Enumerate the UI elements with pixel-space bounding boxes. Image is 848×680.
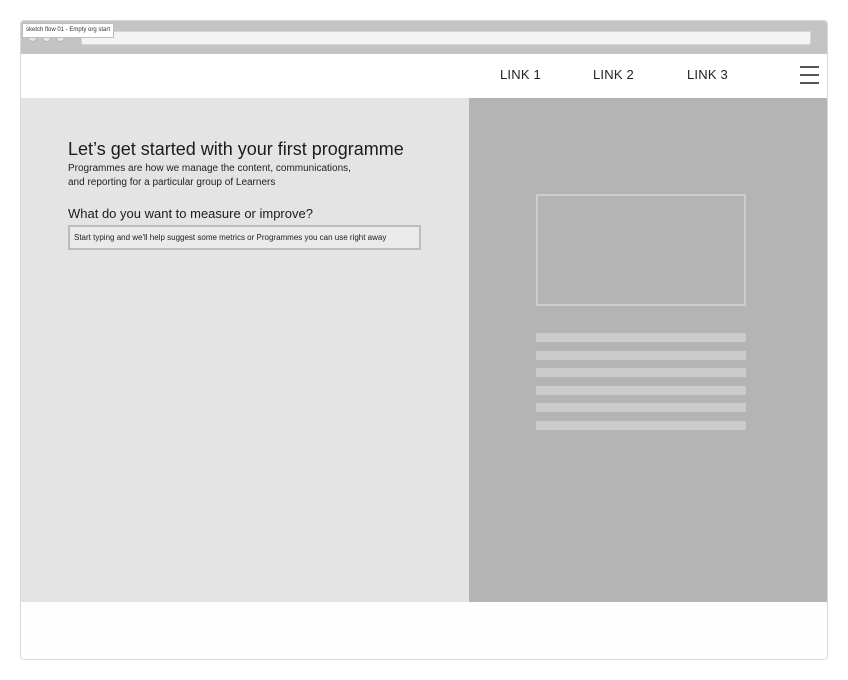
address-bar[interactable] (81, 31, 811, 45)
menu-icon-bar (800, 82, 819, 84)
metrics-search-input[interactable] (68, 225, 421, 250)
menu-icon-bar (800, 74, 819, 76)
top-navigation: LINK 1 LINK 2 LINK 3 (21, 54, 827, 98)
page-description: Programmes are how we manage the content… (68, 163, 351, 188)
text-placeholder-line (536, 421, 746, 430)
hamburger-menu-icon[interactable] (800, 66, 819, 84)
text-placeholder-line (536, 386, 746, 395)
page-title: Let’s get started with your first progra… (68, 139, 404, 159)
app-window: sketch flow 01 - Empty org start LINK 1 … (20, 20, 828, 660)
nav-link-2[interactable]: LINK 2 (593, 54, 634, 98)
nav-link-1[interactable]: LINK 1 (500, 54, 541, 98)
measure-question: What do you want to measure or improve? (68, 206, 313, 221)
illustration-panel (469, 98, 827, 602)
text-placeholder-line (536, 333, 746, 342)
browser-chrome: sketch flow 01 - Empty org start (21, 21, 827, 54)
onboarding-panel: Let’s get started with your first progra… (21, 98, 469, 602)
text-placeholder-line (536, 351, 746, 360)
menu-icon-bar (800, 66, 819, 68)
image-placeholder (536, 194, 746, 306)
footer-area (21, 602, 827, 659)
text-placeholder-line (536, 368, 746, 377)
text-placeholder-line (536, 403, 746, 412)
window-tab-title[interactable]: sketch flow 01 - Empty org start (22, 23, 115, 38)
nav-link-3[interactable]: LINK 3 (687, 54, 728, 98)
